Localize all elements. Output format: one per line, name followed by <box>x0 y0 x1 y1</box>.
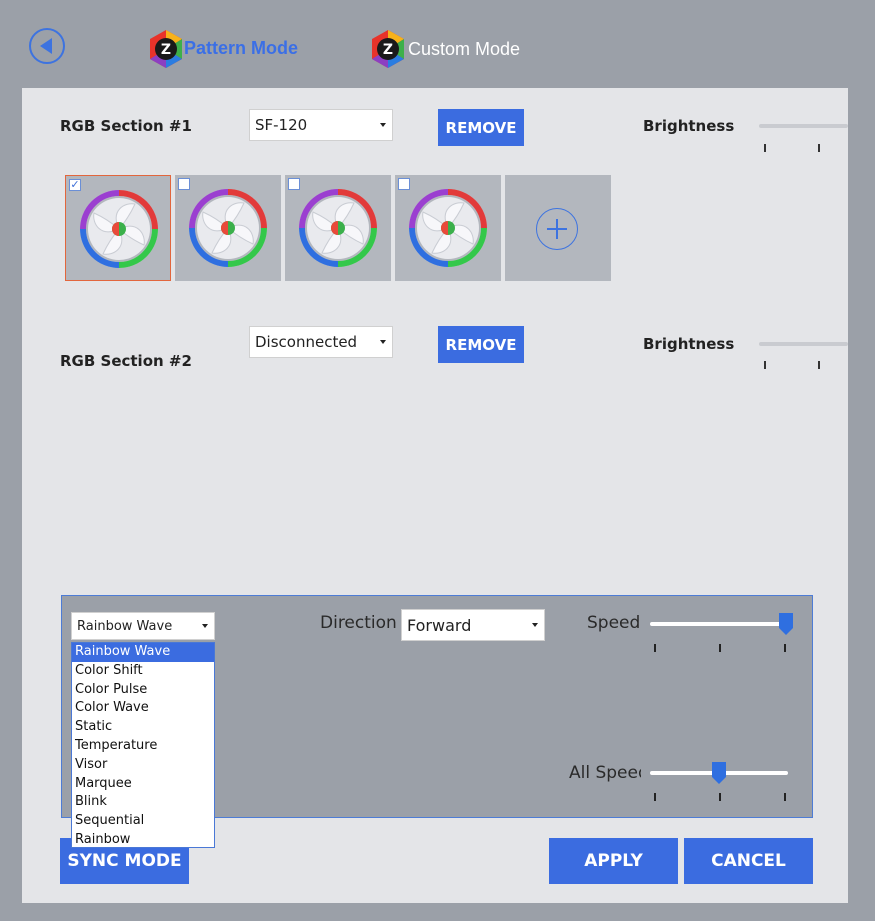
effect-option[interactable]: Rainbow Wave <box>72 643 214 662</box>
rgb-fan-icon <box>189 189 267 267</box>
effect-option[interactable]: Sequential <box>72 812 214 831</box>
section-2-title: RGB Section #2 <box>60 352 192 370</box>
section-1-device-select[interactable]: SF-120 <box>249 109 393 141</box>
z-logo-icon: Z <box>372 30 404 68</box>
chevron-down-icon <box>202 624 208 628</box>
direction-value: Forward <box>407 615 472 635</box>
effect-option[interactable]: Color Shift <box>72 662 214 681</box>
effect-option[interactable]: Rainbow <box>72 831 214 847</box>
section-1-brightness-slider[interactable] <box>759 124 848 128</box>
tab-custom-mode[interactable]: Z <box>368 29 408 73</box>
slider-tick <box>764 361 766 369</box>
fan-tile[interactable] <box>395 175 501 281</box>
slider-tick <box>784 793 786 801</box>
fan-tile[interactable] <box>285 175 391 281</box>
direction-select[interactable]: Forward <box>401 609 545 641</box>
slider-tick <box>719 793 721 801</box>
slider-tick <box>784 644 786 652</box>
effect-option[interactable]: Temperature <box>72 737 214 756</box>
all-speed-label-clip: All Speed <box>569 763 641 787</box>
effect-option[interactable]: Visor <box>72 756 214 775</box>
effect-option[interactable]: Static <box>72 718 214 737</box>
effect-option[interactable]: Color Pulse <box>72 681 214 700</box>
slider-tick <box>818 361 820 369</box>
effect-option[interactable]: Color Wave <box>72 699 214 718</box>
chevron-down-icon <box>380 123 386 127</box>
svg-text:Z: Z <box>383 42 393 58</box>
section-1-title: RGB Section #1 <box>60 117 192 135</box>
effect-select[interactable]: Rainbow Wave <box>71 612 215 640</box>
add-fan-button[interactable] <box>505 175 611 281</box>
add-fan-icon <box>536 208 578 250</box>
all-speed-slider-thumb[interactable] <box>712 762 726 784</box>
back-button[interactable] <box>29 28 65 64</box>
section-1-brightness-label: Brightness <box>643 117 735 135</box>
speed-slider-track[interactable] <box>650 622 788 626</box>
slider-tick <box>654 644 656 652</box>
z-logo-icon: Z <box>150 30 182 68</box>
effect-option[interactable]: Blink <box>72 793 214 812</box>
fan-tile[interactable] <box>175 175 281 281</box>
speed-slider-thumb[interactable] <box>779 613 793 635</box>
section-2-device-value: Disconnected <box>255 333 358 351</box>
effect-select-value: Rainbow Wave <box>77 618 173 634</box>
fan-tile[interactable]: ✓ <box>65 175 171 281</box>
tab-pattern-mode[interactable]: Z <box>146 29 186 73</box>
section-2-brightness-slider[interactable] <box>759 342 848 346</box>
speed-label: Speed <box>587 613 641 633</box>
svg-text:Z: Z <box>161 42 171 58</box>
rgb-fan-icon <box>80 190 158 268</box>
tab-pattern-mode-label[interactable]: Pattern Mode <box>184 38 298 59</box>
chevron-down-icon <box>380 340 386 344</box>
apply-button[interactable]: APPLY <box>549 838 678 884</box>
section-1-device-value: SF-120 <box>255 116 308 134</box>
rgb-fan-icon <box>409 189 487 267</box>
effect-option[interactable]: Marquee <box>72 775 214 794</box>
section-2-remove-button[interactable]: REMOVE <box>438 326 524 363</box>
section-2-brightness-label: Brightness <box>643 335 735 353</box>
slider-tick <box>764 144 766 152</box>
section-1-remove-button[interactable]: REMOVE <box>438 109 524 146</box>
slider-tick <box>654 793 656 801</box>
rgb-fan-icon <box>299 189 377 267</box>
slider-tick <box>818 144 820 152</box>
section-2-device-select[interactable]: Disconnected <box>249 326 393 358</box>
tab-custom-mode-label[interactable]: Custom Mode <box>408 39 520 60</box>
direction-label: Direction <box>320 613 397 633</box>
effect-dropdown-list[interactable]: Rainbow Wave Color Shift Color Pulse Color … <box>71 642 215 848</box>
all-speed-label: All Speed <box>569 763 641 783</box>
slider-tick <box>719 644 721 652</box>
cancel-button[interactable]: CANCEL <box>684 838 813 884</box>
chevron-down-icon <box>532 623 538 627</box>
